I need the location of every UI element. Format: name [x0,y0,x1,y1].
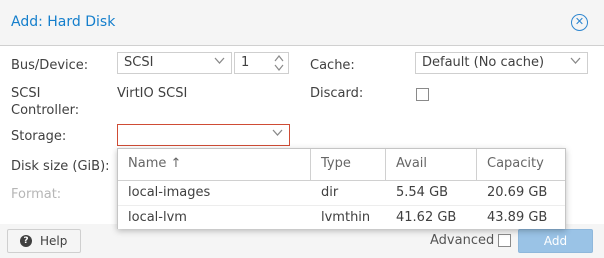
table-row[interactable]: local-images dir 5.54 GB 20.69 GB [118,181,565,204]
scsi-controller-label-line1: SCSI [11,86,41,101]
device-number-spinner[interactable]: 1 [234,52,289,74]
discard-label: Discard: [310,86,364,101]
row-capacity: 20.69 GB [487,185,548,200]
row-name: local-images [128,185,211,200]
scsi-controller-value: VirtIO SCSI [117,86,188,101]
row-avail: 41.62 GB [396,210,457,225]
column-header-name[interactable]: Name ↑ [118,149,311,180]
row-type: lvmthin [321,210,371,225]
bus-device-label: Bus/Device: [11,58,89,73]
table-row[interactable]: local-lvm lvmthin 41.62 GB 43.89 GB [118,205,565,229]
storage-select[interactable] [117,124,290,146]
help-button-label: Help [40,234,68,248]
column-header-avail[interactable]: Avail [386,149,477,180]
disk-size-label: Disk size (GiB): [11,159,110,174]
cache-select[interactable]: Default (No cache) [415,52,588,74]
device-number-value: 1 [241,55,250,70]
add-button[interactable]: Add [518,229,593,253]
column-header-capacity[interactable]: Capacity [477,149,565,180]
advanced-checkbox[interactable] [498,234,511,247]
row-avail: 5.54 GB [396,185,449,200]
add-hard-disk-dialog: Add: Hard Disk ✕ Bus/Device: SCSI 1 SCSI… [0,0,604,258]
dialog-titlebar: Add: Hard Disk ✕ [0,0,604,46]
dialog-title: Add: Hard Disk [11,14,116,30]
spinner-arrows-icon[interactable] [274,54,284,74]
help-button[interactable]: ? Help [7,229,81,253]
storage-label: Storage: [11,129,67,144]
advanced-label: Advanced [430,233,495,248]
add-button-label: Add [543,234,568,248]
storage-dropdown-list: Name ↑ Type Avail Capacity local-images … [117,148,566,229]
row-name: local-lvm [128,210,187,225]
row-capacity: 43.89 GB [487,210,548,225]
bus-select-value: SCSI [124,55,154,70]
bus-select[interactable]: SCSI [117,52,232,74]
row-type: dir [321,185,339,200]
dialog-footer: ? Help Advanced Add [0,224,604,258]
chevron-down-icon[interactable] [214,55,225,69]
scsi-controller-label-line2: Controller: [11,103,80,118]
format-label: Format: [11,187,62,202]
discard-checkbox[interactable] [416,88,429,101]
column-header-type[interactable]: Type [311,149,386,180]
question-circle-icon: ? [20,235,32,247]
cache-label: Cache: [310,58,355,73]
chevron-down-icon[interactable] [272,127,283,141]
storage-dropdown-header: Name ↑ Type Avail Capacity [118,149,565,181]
chevron-down-icon[interactable] [570,55,581,69]
cache-select-value: Default (No cache) [422,55,545,70]
close-icon[interactable]: ✕ [571,14,588,31]
